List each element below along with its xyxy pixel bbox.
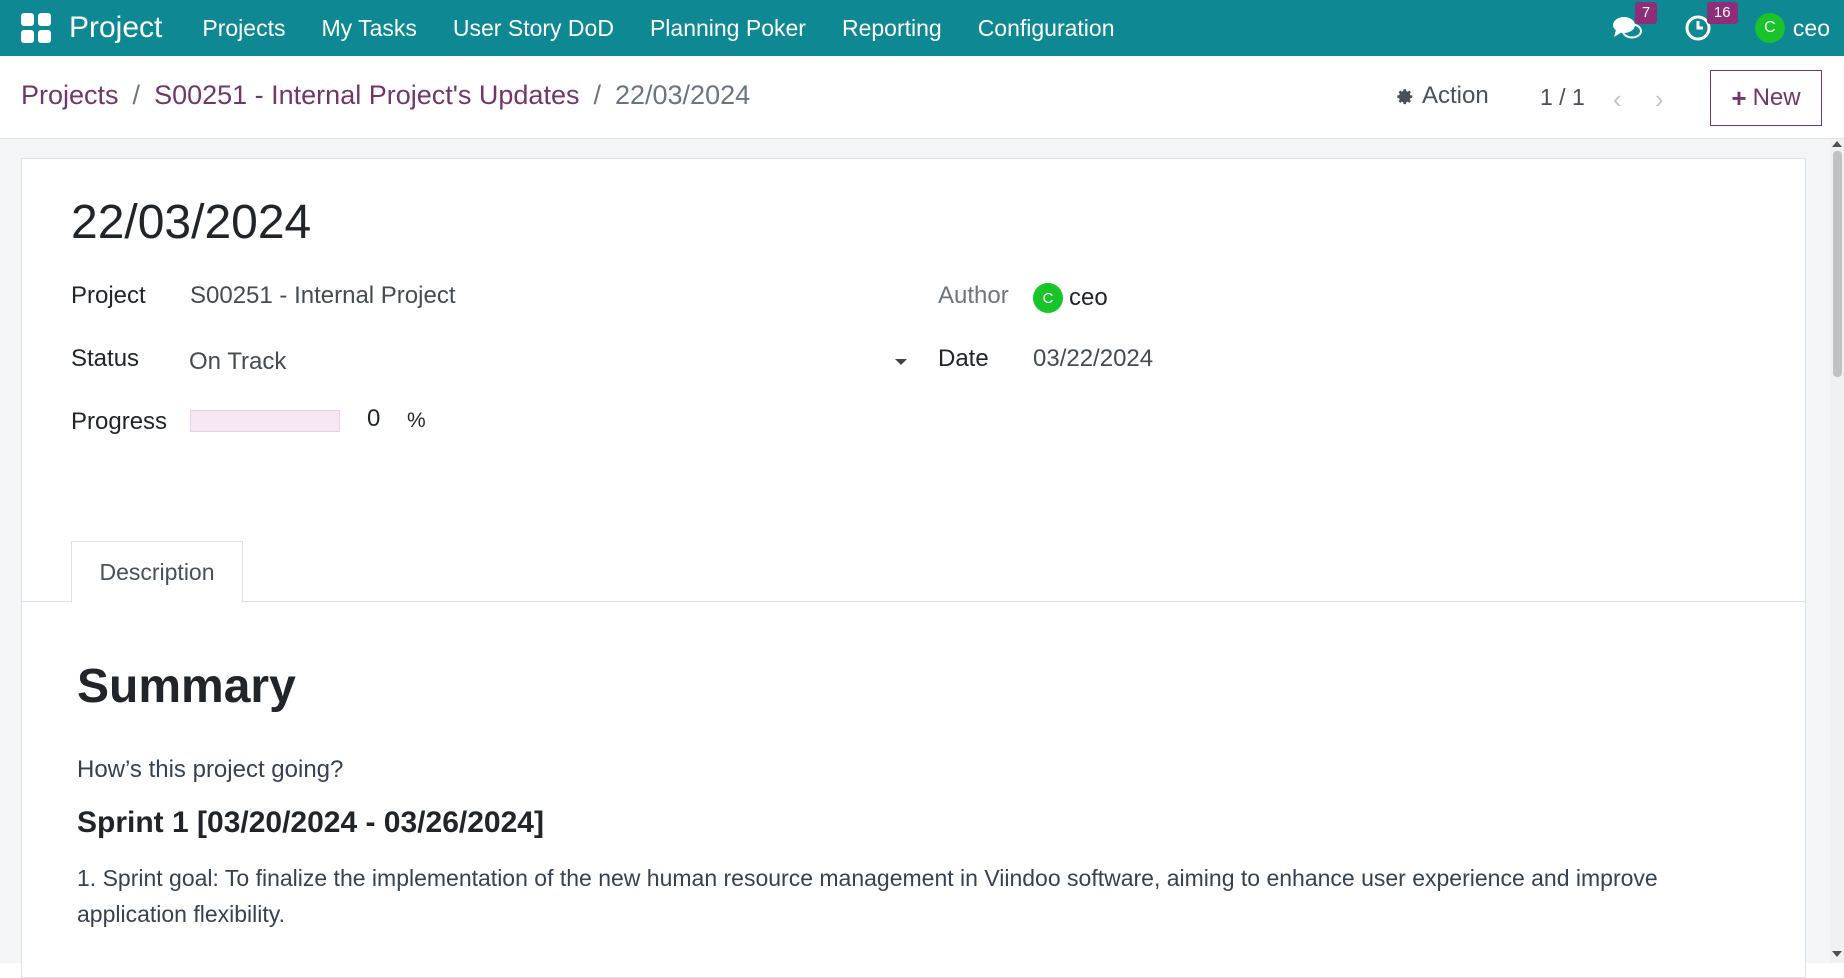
scrollbar[interactable] xyxy=(1830,139,1844,963)
new-label: New xyxy=(1752,84,1801,111)
breadcrumb: Projects / S00251 - Internal Project's U… xyxy=(21,80,750,111)
app-name[interactable]: Project xyxy=(69,11,162,45)
progress-unit: % xyxy=(407,409,426,432)
top-navbar: Project Projects My Tasks User Story DoD… xyxy=(0,0,1844,56)
action-button[interactable]: Action xyxy=(1394,82,1489,110)
breadcrumb-separator: / xyxy=(132,80,141,110)
status-label: Status xyxy=(71,345,140,372)
breadcrumb-separator: / xyxy=(593,80,601,110)
status-value: On Track xyxy=(189,348,287,375)
breadcrumb-project-updates[interactable]: S00251 - Internal Project's Updates xyxy=(154,80,579,111)
new-button[interactable]: + New xyxy=(1710,70,1822,126)
progress-bar[interactable] xyxy=(190,410,340,432)
menu-reporting[interactable]: Reporting xyxy=(824,0,960,56)
messages-badge: 7 xyxy=(1634,2,1658,24)
scroll-down-arrow-icon[interactable] xyxy=(1832,951,1842,957)
sprint-heading: Sprint 1 [03/20/2024 - 03/26/2024] xyxy=(77,806,544,839)
breadcrumb-current: 22/03/2024 xyxy=(614,80,751,110)
summary-heading: Summary xyxy=(77,660,296,713)
menu-configuration[interactable]: Configuration xyxy=(960,0,1133,56)
menu-user-story-dod[interactable]: User Story DoD xyxy=(435,0,632,56)
progress-value[interactable]: 0 xyxy=(367,405,380,433)
app-menu-icon[interactable] xyxy=(21,13,51,43)
user-menu[interactable]: C ceo xyxy=(1754,13,1830,43)
record-title[interactable]: 22/03/2024 xyxy=(71,195,311,250)
progress-label: Progress xyxy=(71,408,168,435)
avatar: C xyxy=(1754,13,1785,43)
activities-badge: 16 xyxy=(1706,2,1738,24)
author-label: Author xyxy=(938,282,1009,309)
form-sheet: 22/03/2024 Project S00251 - Internal Pro… xyxy=(21,158,1806,978)
sprint-goal-text: 1. Sprint goal: To finalize the implemen… xyxy=(77,865,1658,927)
project-question: How’s this project going? xyxy=(77,756,344,783)
project-field[interactable]: S00251 - Internal Project xyxy=(190,282,456,310)
author-field[interactable]: C ceo xyxy=(1033,283,1108,313)
tab-description[interactable]: Description xyxy=(71,541,243,603)
control-panel: Projects / S00251 - Internal Project's U… xyxy=(0,56,1844,139)
pager-previous-button[interactable]: ‹ xyxy=(1613,84,1622,115)
status-select[interactable]: On Track xyxy=(189,345,911,379)
menu-projects[interactable]: Projects xyxy=(184,0,303,56)
breadcrumb-projects[interactable]: Projects xyxy=(21,80,119,111)
author-avatar: C xyxy=(1033,283,1063,313)
systray: 7 16 C ceo xyxy=(1611,0,1844,56)
scroll-thumb[interactable] xyxy=(1833,151,1842,377)
caret-down-icon xyxy=(895,359,907,365)
user-name: ceo xyxy=(1792,14,1830,41)
menu-planning-poker[interactable]: Planning Poker xyxy=(632,0,824,56)
date-field[interactable]: 03/22/2024 xyxy=(1033,345,1153,373)
activities-button[interactable]: 16 xyxy=(1683,2,1738,44)
description-editor[interactable]: Summary How’s this project going? Sprint… xyxy=(77,659,1717,932)
action-label: Action xyxy=(1422,82,1489,109)
author-name: ceo xyxy=(1069,284,1108,311)
plus-icon: + xyxy=(1731,82,1747,113)
messages-button[interactable]: 7 xyxy=(1611,2,1658,44)
gear-icon xyxy=(1397,89,1413,105)
tabs-divider xyxy=(22,601,1805,602)
pager-value[interactable]: 1 / 1 xyxy=(1540,84,1585,111)
pager-next-button[interactable]: › xyxy=(1655,84,1664,115)
menu-my-tasks[interactable]: My Tasks xyxy=(303,0,434,56)
date-label: Date xyxy=(938,345,989,372)
project-label: Project xyxy=(71,282,146,309)
scroll-up-arrow-icon[interactable] xyxy=(1832,141,1842,147)
